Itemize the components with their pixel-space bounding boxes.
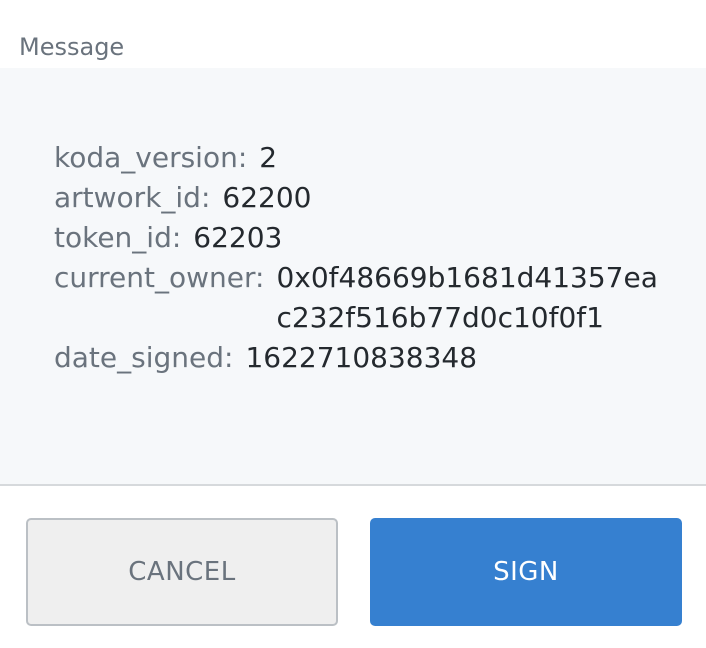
field-key: token_id: [54,221,182,254]
message-field-koda-version: koda_version: 2 [54,138,277,178]
field-value: 0x0f48669b1681d41357eac232f516b77d0c10f0… [276,261,658,334]
message-field-artwork-id: artwork_id: 62200 [54,178,311,218]
field-key: artwork_id: [54,181,211,214]
message-field-date-signed: date_signed: 1622710838348 [54,338,477,378]
message-panel[interactable]: koda_version: 2 artwork_id: 62200 token_… [0,68,706,484]
footer-divider [0,484,706,486]
field-value: 62200 [222,181,312,214]
field-value: 62203 [193,221,283,254]
field-value: 1622710838348 [245,341,478,374]
cancel-button[interactable]: CANCEL [26,518,338,626]
sign-button[interactable]: SIGN [370,518,682,626]
field-key: koda_version: [54,141,248,174]
field-key: current_owner: [54,261,265,294]
message-section-title: Message [19,33,125,61]
signature-request-page: Message koda_version: 2 artwork_id: 6220… [0,0,706,648]
field-value: 2 [259,141,278,174]
message-field-token-id: token_id: 62203 [54,218,282,258]
field-key: date_signed: [54,341,234,374]
message-field-current-owner: current_owner: 0x0f48669b1681d41357eac23… [54,258,660,338]
